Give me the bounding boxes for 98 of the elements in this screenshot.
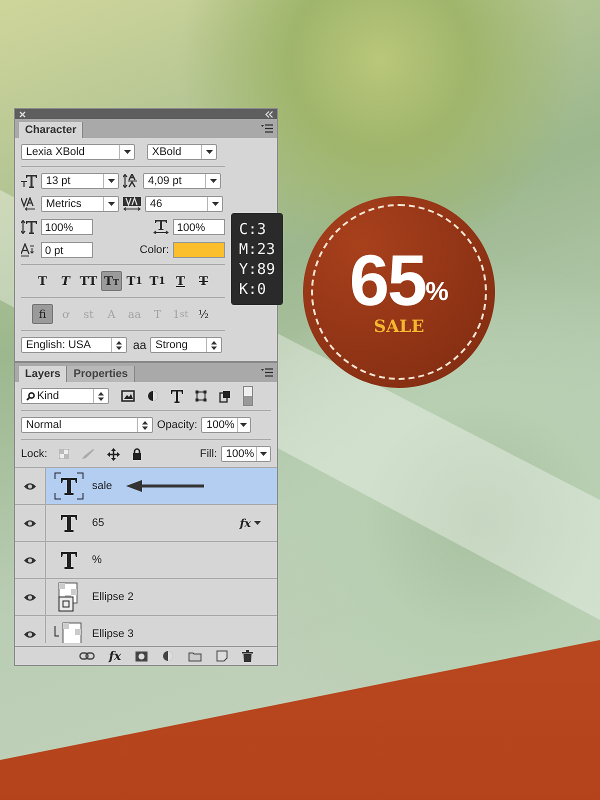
search-icon xyxy=(26,392,35,400)
stepper-icon xyxy=(211,340,218,350)
stepper-icon xyxy=(116,340,122,350)
eye-icon[interactable] xyxy=(23,556,37,564)
layer-row[interactable]: % xyxy=(15,542,277,579)
menu-icon[interactable] xyxy=(261,124,273,133)
menu-icon[interactable] xyxy=(261,368,273,377)
vertical-scale-field[interactable]: 100% xyxy=(41,219,93,235)
shape-filter-icon[interactable] xyxy=(195,390,207,402)
badge-percent: % xyxy=(425,276,449,308)
opacity-label: Opacity: xyxy=(157,419,198,431)
layer-name: Ellipse 3 xyxy=(92,628,134,640)
eye-icon[interactable] xyxy=(23,630,37,638)
opacity-field[interactable]: 100% xyxy=(201,417,252,433)
cmyk-value: Y:89 xyxy=(239,259,276,279)
pointer-arrow-icon xyxy=(126,479,206,493)
baseline-shift-icon xyxy=(21,243,37,257)
tracking-field[interactable]: 46 xyxy=(145,196,223,212)
leading-icon xyxy=(123,174,139,188)
badge-number: 65 xyxy=(349,246,426,316)
eye-icon[interactable] xyxy=(23,518,37,528)
cmyk-value: C:3 xyxy=(239,219,266,239)
horizontal-scale-icon xyxy=(153,220,169,234)
caret-icon xyxy=(254,521,261,525)
collapse-icon[interactable] xyxy=(265,110,273,118)
checker-icon[interactable] xyxy=(59,449,70,459)
eye-icon[interactable] xyxy=(23,482,37,490)
layer-name: 65 xyxy=(92,517,104,529)
caret-icon xyxy=(206,150,212,154)
color-swatch[interactable] xyxy=(173,242,225,258)
new-layer-icon[interactable] xyxy=(216,650,228,662)
adjustment-filter-icon[interactable] xyxy=(147,390,159,402)
smart-object-filter-icon[interactable] xyxy=(219,390,231,402)
opentype-button[interactable]: ½ xyxy=(193,304,214,324)
panel-tab[interactable]: Layers xyxy=(19,366,68,382)
layer-row[interactable]: Ellipse 2 xyxy=(15,579,277,616)
panel-tab[interactable]: Properties xyxy=(67,366,135,382)
font-size-icon xyxy=(21,174,37,188)
kerning-dropdown[interactable]: Metrics xyxy=(41,196,119,212)
layer-name: sale xyxy=(92,480,112,492)
link-icon[interactable] xyxy=(78,651,95,661)
badge-label: SALE xyxy=(374,317,424,338)
eye-icon[interactable] xyxy=(23,592,37,602)
trash-icon[interactable] xyxy=(242,650,254,662)
type-style-button[interactable]: T xyxy=(55,271,76,291)
type-style-button[interactable]: T xyxy=(193,271,214,291)
caret-icon xyxy=(108,202,114,206)
tracking-icon xyxy=(123,197,141,211)
font-style-dropdown[interactable]: XBold xyxy=(147,144,217,160)
lock-label: Lock: xyxy=(21,448,48,460)
filter-toggle[interactable] xyxy=(243,386,253,406)
leading-field[interactable]: 4,09 pt xyxy=(143,173,221,189)
type-style-button[interactable]: Tt xyxy=(101,271,122,291)
filter-dropdown[interactable]: Kind xyxy=(21,388,109,404)
baseline-shift-field[interactable]: 0 pt xyxy=(41,242,93,258)
type-style-button[interactable]: T xyxy=(32,271,53,291)
caret-icon xyxy=(260,452,268,456)
caret-icon xyxy=(108,179,114,183)
antialias-icon: aa xyxy=(133,338,146,352)
language-dropdown[interactable]: English: USA xyxy=(21,337,127,353)
lock-icon[interactable] xyxy=(132,448,142,460)
horizontal-scale-field[interactable]: 100% xyxy=(173,219,225,235)
type-style-button[interactable]: TT xyxy=(78,271,99,291)
image-filter-icon[interactable] xyxy=(121,390,135,402)
color-label: Color: xyxy=(140,244,169,256)
font-size-field[interactable]: 13 pt xyxy=(41,173,119,189)
layer-name: Ellipse 2 xyxy=(92,591,134,603)
mask-icon[interactable] xyxy=(135,650,148,662)
fill-label: Fill: xyxy=(200,448,217,460)
effects-badge[interactable]: fx xyxy=(240,516,261,530)
close-icon[interactable] xyxy=(19,110,26,118)
caret-icon xyxy=(124,150,130,154)
cmyk-value: K:0 xyxy=(239,279,266,299)
move-icon[interactable] xyxy=(107,448,120,460)
layer-name: % xyxy=(92,554,102,566)
layer-row[interactable]: Ellipse 3 xyxy=(15,616,277,643)
type-filter-icon[interactable] xyxy=(171,390,183,402)
stepper-icon xyxy=(142,420,148,430)
caret-icon xyxy=(212,202,218,206)
antialias-dropdown[interactable]: Strong xyxy=(150,337,222,353)
layer-row[interactable]: sale xyxy=(15,468,277,505)
adjustment-icon[interactable] xyxy=(162,650,174,662)
stepper-icon xyxy=(98,392,104,400)
fill-field[interactable]: 100% xyxy=(221,446,271,462)
caret-icon xyxy=(240,423,248,427)
vertical-scale-icon xyxy=(21,220,37,234)
add-effect-button[interactable]: fx xyxy=(108,649,122,663)
kerning-icon xyxy=(21,197,37,211)
font-family-dropdown[interactable]: Lexia XBold xyxy=(21,144,135,160)
type-layer-icon xyxy=(54,472,84,500)
blend-mode-dropdown[interactable]: Normal xyxy=(21,417,153,433)
type-style-button[interactable]: T xyxy=(170,271,191,291)
opentype-button[interactable]: fi xyxy=(32,304,53,324)
caret-icon xyxy=(210,179,216,183)
panel-tab[interactable]: Character xyxy=(19,122,84,138)
folder-icon[interactable] xyxy=(188,650,202,662)
cmyk-value: M:23 xyxy=(239,239,276,259)
layer-row[interactable]: 65 fx xyxy=(15,505,277,542)
